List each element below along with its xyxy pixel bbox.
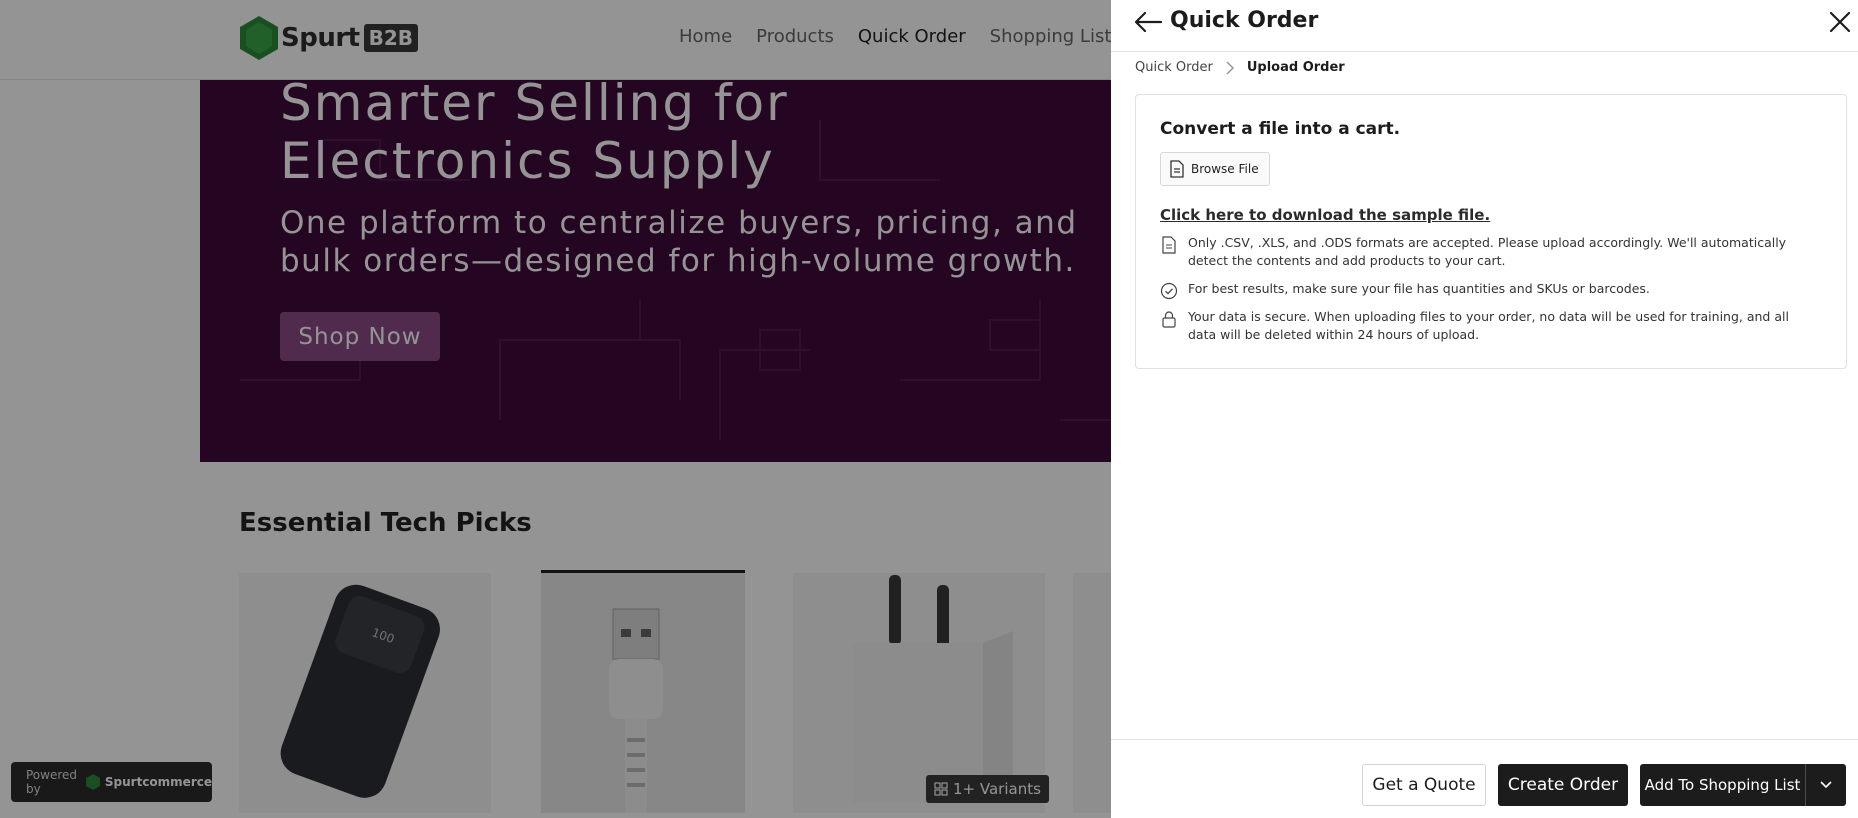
shopping-list-dropdown-toggle[interactable] — [1806, 764, 1846, 806]
info-best-results-text: For best results, make sure your file ha… — [1188, 281, 1650, 296]
get-quote-button[interactable]: Get a Quote — [1362, 764, 1486, 806]
lock-icon — [1162, 311, 1176, 328]
add-to-shopping-list-label: Add To Shopping List — [1644, 776, 1801, 794]
info-formats-text: Only .CSV, .XLS, and .ODS formats are ac… — [1188, 235, 1787, 268]
add-to-shopping-list-button[interactable]: Add To Shopping List — [1640, 764, 1846, 806]
file-icon — [1162, 236, 1176, 254]
info-best-results: For best results, make sure your file ha… — [1160, 280, 1820, 300]
check-circle-icon — [1160, 282, 1178, 300]
info-security-text: Your data is secure. When uploading file… — [1188, 309, 1789, 342]
close-icon[interactable] — [1828, 10, 1852, 34]
file-icon — [1170, 160, 1184, 178]
download-sample-link[interactable]: Click here to download the sample file. — [1160, 206, 1490, 224]
browse-file-button[interactable]: Browse File — [1160, 152, 1270, 186]
modal-backdrop[interactable] — [0, 0, 1111, 818]
quick-order-drawer: Quick Order Quick Order Upload Order Con… — [1111, 0, 1858, 818]
breadcrumb-upload-order: Upload Order — [1246, 60, 1345, 75]
drawer-footer: Get a Quote Create Order Add To Shopping… — [1111, 739, 1858, 818]
chevron-down-icon — [1820, 781, 1832, 789]
create-order-button[interactable]: Create Order — [1498, 764, 1628, 806]
arrow-left-icon[interactable] — [1133, 10, 1163, 34]
breadcrumb-quick-order[interactable]: Quick Order — [1135, 60, 1213, 75]
drawer-header: Quick Order — [1111, 0, 1858, 52]
breadcrumb: Quick Order Upload Order — [1135, 60, 1345, 75]
chevron-right-icon — [1226, 60, 1234, 75]
upload-panel: Convert a file into a cart. Browse File … — [1135, 94, 1847, 369]
drawer-title: Quick Order — [1170, 8, 1319, 33]
info-security: Your data is secure. When uploading file… — [1160, 308, 1820, 344]
browse-file-label: Browse File — [1191, 162, 1259, 176]
info-formats: Only .CSV, .XLS, and .ODS formats are ac… — [1160, 234, 1820, 270]
upload-heading: Convert a file into a cart. — [1160, 119, 1401, 139]
